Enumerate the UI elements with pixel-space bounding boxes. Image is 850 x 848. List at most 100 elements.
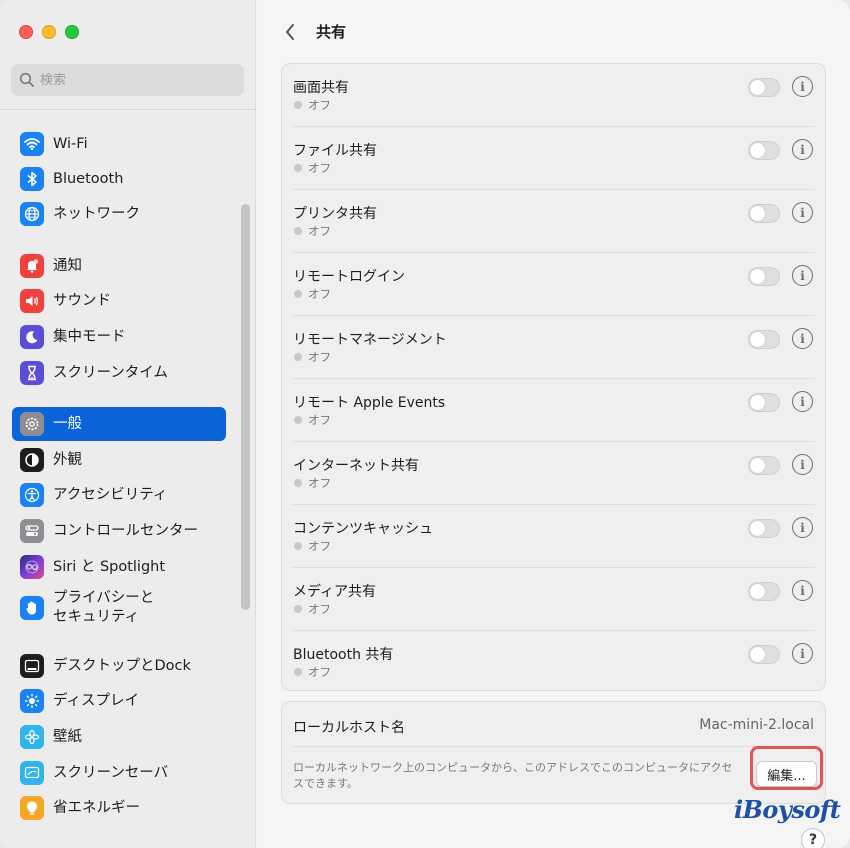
status-dot-icon [294,227,302,235]
close-window-button[interactable] [19,25,33,39]
remote-management-toggle[interactable] [748,330,780,349]
service-label: プリンタ共有 [293,206,377,222]
moon-icon [20,325,44,349]
service-label: コンテンツキャッシュ [293,521,433,537]
hostname-description: ローカルネットワーク上のコンピュータから、このアドレスでこのコンピュータにアクセ… [293,761,733,790]
sidebar-item-accessibility[interactable]: アクセシビリティ [12,478,226,512]
status-dot-icon [294,101,302,109]
content-header: 共有 [257,0,850,63]
sidebar-item-sound[interactable]: サウンド [12,284,226,318]
remote-login-toggle[interactable] [748,267,780,286]
sidebar-item-desktop-dock[interactable]: デスクトップとDock [12,649,226,683]
toggle-knob [750,521,765,536]
sidebar-item-wifi[interactable]: Wi-Fi [12,127,226,161]
info-icon[interactable]: i [792,391,813,412]
status-text: オフ [308,602,331,616]
service-status: オフ [294,223,331,239]
status-dot-icon [294,605,302,613]
status-dot-icon [294,416,302,424]
info-icon[interactable]: i [792,580,813,601]
info-icon[interactable]: i [792,517,813,538]
sharing-services-list: 画面共有 オフ i ファイル共有 オフ i プリンタ共有 オフ i リモートログ… [281,63,826,691]
edit-hostname-button[interactable]: 編集... [756,761,817,787]
sidebar: Wi-Fi Bluetooth ネットワーク 通知 [0,0,256,848]
sidebar-item-privacy-security[interactable]: プライバシーと セキュリティ [12,586,226,630]
hostname-value: Mac-mini-2.local [699,717,814,733]
speaker-icon [20,289,44,313]
page-title: 共有 [316,23,347,41]
sharing-row-remote-login: リモートログイン オフ i [282,253,827,316]
bluetooth-sharing-toggle[interactable] [748,645,780,664]
bluetooth-icon [20,167,44,191]
sidebar-item-label: ディスプレイ [53,692,139,709]
sharing-row-content-caching: コンテンツキャッシュ オフ i [282,505,827,568]
sidebar-item-screen-saver[interactable]: スクリーンセーバ [12,756,226,790]
printer-sharing-toggle[interactable] [748,204,780,223]
content-caching-toggle[interactable] [748,519,780,538]
sidebar-item-wallpaper[interactable]: 壁紙 [12,720,226,754]
screen-sharing-toggle[interactable] [748,78,780,97]
toggle-knob [750,332,765,347]
toggle-knob [750,269,765,284]
status-text: オフ [308,539,331,553]
sharing-row-remote-apple-events: リモート Apple Events オフ i [282,379,827,442]
sidebar-item-screen-time[interactable]: スクリーンタイム [12,356,226,390]
wallpaper-flower-icon [20,725,44,749]
sidebar-item-energy-saver[interactable]: 省エネルギー [12,791,226,825]
info-icon[interactable]: i [792,643,813,664]
lightbulb-icon [20,796,44,820]
status-text: オフ [308,476,331,490]
local-hostname-section: ローカルホスト名 Mac-mini-2.local ローカルネットワーク上のコン… [281,701,826,804]
status-text: オフ [308,161,331,175]
service-status: オフ [294,412,331,428]
sidebar-item-network[interactable]: ネットワーク [12,197,226,231]
sidebar-item-label: ネットワーク [53,205,140,222]
sidebar-divider [0,109,256,110]
service-label: インターネット共有 [293,458,419,474]
status-text: オフ [308,98,331,112]
sidebar-item-label: スクリーンタイム [53,364,168,381]
sidebar-item-notifications[interactable]: 通知 [12,249,226,283]
wifi-icon [20,132,44,156]
back-button[interactable] [279,20,301,44]
internet-sharing-toggle[interactable] [748,456,780,475]
service-status: オフ [294,475,331,491]
minimize-window-button[interactable] [42,25,56,39]
sharing-row-media-sharing: メディア共有 オフ i [282,568,827,631]
help-button[interactable]: ? [801,828,825,848]
toggle-knob [750,206,765,221]
sidebar-item-appearance[interactable]: 外観 [12,443,226,477]
toggle-knob [750,647,765,662]
sidebar-item-control-center[interactable]: コントロールセンター [12,514,226,548]
sidebar-item-siri-spotlight[interactable]: Siri と Spotlight [12,550,226,584]
service-label: メディア共有 [293,584,377,600]
info-icon[interactable]: i [792,139,813,160]
sidebar-item-general[interactable]: 一般 [12,407,226,441]
row-divider [293,746,815,747]
toggle-knob [750,143,765,158]
sidebar-item-focus[interactable]: 集中モード [12,320,226,354]
zoom-window-button[interactable] [65,25,79,39]
media-sharing-toggle[interactable] [748,582,780,601]
siri-icon [20,555,44,579]
sidebar-scrollbar[interactable] [241,204,250,610]
search-input[interactable] [40,72,230,88]
sidebar-item-label: 壁紙 [53,728,82,745]
file-sharing-toggle[interactable] [748,141,780,160]
info-icon[interactable]: i [792,265,813,286]
info-icon[interactable]: i [792,202,813,223]
info-icon[interactable]: i [792,76,813,97]
sidebar-item-bluetooth[interactable]: Bluetooth [12,162,226,196]
toggle-knob [750,80,765,95]
screensaver-icon [20,761,44,785]
info-icon[interactable]: i [792,328,813,349]
info-icon[interactable]: i [792,454,813,475]
remote-apple-events-toggle[interactable] [748,393,780,412]
service-status: オフ [294,601,331,617]
service-status: オフ [294,286,331,302]
status-text: オフ [308,287,331,301]
hand-icon [20,596,44,620]
sidebar-item-displays[interactable]: ディスプレイ [12,684,226,718]
status-text: オフ [308,413,331,427]
search-field[interactable] [11,64,244,96]
